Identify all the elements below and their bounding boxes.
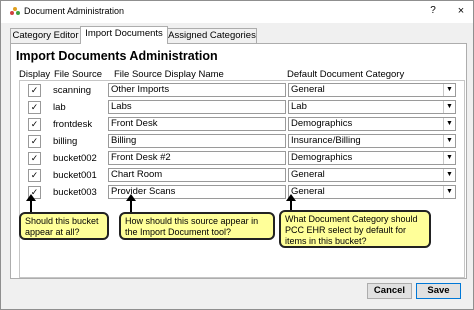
chevron-down-icon[interactable]: ▼: [443, 169, 455, 181]
file-source-name: bucket003: [53, 187, 97, 198]
category-select[interactable]: General ▼: [288, 83, 456, 97]
help-button[interactable]: ?: [425, 5, 441, 19]
display-name-input[interactable]: Front Desk: [108, 117, 286, 131]
chevron-down-icon[interactable]: ▼: [443, 84, 455, 96]
category-value: Demographics: [291, 118, 353, 129]
category-value: General: [291, 84, 325, 95]
category-select[interactable]: General ▼: [288, 168, 456, 182]
app-icon: [10, 7, 20, 15]
callout-display: Should this bucket appear at all?: [19, 212, 109, 240]
cancel-button[interactable]: Cancel: [367, 283, 412, 299]
column-header-default-category: Default Document Category: [287, 69, 405, 80]
tab-assigned-categories[interactable]: Assigned Categories: [167, 28, 257, 43]
column-header-display: Display: [19, 69, 51, 80]
close-button[interactable]: ×: [453, 5, 469, 19]
column-header-file-source: File Source: [54, 69, 103, 80]
tab-category-editor[interactable]: Category Editor: [10, 28, 81, 43]
list-item: ✓ bucket001 Chart Room General ▼: [20, 167, 464, 184]
category-value: Insurance/Billing: [291, 135, 361, 146]
callout-default-category: What Document Category should PCC EHR se…: [279, 210, 431, 248]
file-source-name: scanning: [53, 85, 92, 96]
list-item: ✓ billing Billing Insurance/Billing ▼: [20, 133, 464, 150]
chevron-down-icon[interactable]: ▼: [443, 152, 455, 164]
category-select[interactable]: Demographics ▼: [288, 151, 456, 165]
list-item: ✓ bucket003 Provider Scans General ▼: [20, 184, 464, 201]
display-name-input[interactable]: Chart Room: [108, 168, 286, 182]
display-checkbox[interactable]: ✓: [28, 152, 41, 165]
list-item: ✓ scanning Other Imports General ▼: [20, 82, 464, 99]
file-source-list: ✓ scanning Other Imports General ▼ ✓ lab …: [19, 80, 465, 278]
file-source-name: bucket002: [53, 153, 97, 164]
chevron-down-icon[interactable]: ▼: [443, 118, 455, 130]
file-source-name: lab: [53, 102, 66, 113]
category-select[interactable]: Lab ▼: [288, 100, 456, 114]
category-select[interactable]: General ▼: [288, 185, 456, 199]
category-value: Lab: [291, 101, 307, 112]
callout-display-name: How should this source appear in the Imp…: [119, 212, 275, 240]
document-administration-window: Document Administration ? × Category Edi…: [0, 0, 474, 310]
list-item: ✓ lab Labs Lab ▼: [20, 99, 464, 116]
column-header-display-name: File Source Display Name: [114, 69, 224, 80]
import-documents-panel: Import Documents Administration Display …: [10, 43, 467, 279]
display-checkbox[interactable]: ✓: [28, 135, 41, 148]
display-name-input[interactable]: Other Imports: [108, 83, 286, 97]
category-select[interactable]: Insurance/Billing ▼: [288, 134, 456, 148]
category-value: Demographics: [291, 152, 353, 163]
window-title: Document Administration: [24, 6, 125, 16]
save-button[interactable]: Save: [416, 283, 461, 299]
display-checkbox[interactable]: ✓: [28, 101, 41, 114]
callout-arrow-icon: [126, 194, 136, 212]
chevron-down-icon[interactable]: ▼: [443, 186, 455, 198]
tab-import-documents[interactable]: Import Documents: [80, 26, 168, 44]
category-value: General: [291, 186, 325, 197]
chevron-down-icon[interactable]: ▼: [443, 101, 455, 113]
display-name-input[interactable]: Front Desk #2: [108, 151, 286, 165]
display-checkbox[interactable]: ✓: [28, 118, 41, 131]
category-select[interactable]: Demographics ▼: [288, 117, 456, 131]
callout-arrow-icon: [286, 194, 296, 210]
title-bar: Document Administration ? ×: [1, 1, 473, 23]
file-source-name: frontdesk: [53, 119, 93, 130]
list-item: ✓ bucket002 Front Desk #2 Demographics ▼: [20, 150, 464, 167]
category-value: General: [291, 169, 325, 180]
chevron-down-icon[interactable]: ▼: [443, 135, 455, 147]
display-checkbox[interactable]: ✓: [28, 84, 41, 97]
display-checkbox[interactable]: ✓: [28, 169, 41, 182]
file-source-name: bucket001: [53, 170, 97, 181]
list-item: ✓ frontdesk Front Desk Demographics ▼: [20, 116, 464, 133]
callout-arrow-icon: [26, 194, 36, 212]
display-name-input[interactable]: Billing: [108, 134, 286, 148]
page-title: Import Documents Administration: [16, 49, 218, 63]
display-name-input[interactable]: Labs: [108, 100, 286, 114]
file-source-name: billing: [53, 136, 78, 147]
